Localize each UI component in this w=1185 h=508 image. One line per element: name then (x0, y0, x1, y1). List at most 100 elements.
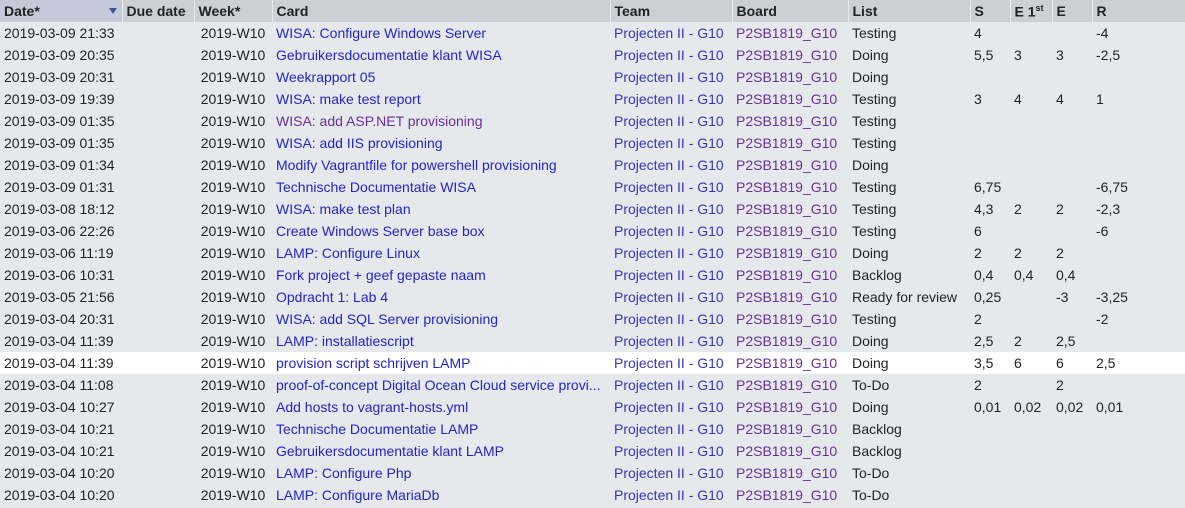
cell-team[interactable]: Projecten II - G10 (610, 22, 732, 44)
cell-team[interactable]: Projecten II - G10 (610, 132, 732, 154)
table-row[interactable]: 2019-03-09 01:31 2019-W10 Technische Docum… (0, 176, 1185, 198)
col-header-e[interactable]: E (1052, 0, 1093, 22)
cell-card[interactable]: Opdracht 1: Lab 4 (272, 286, 610, 308)
cell-board[interactable]: P2SB1819_G10 (732, 242, 848, 264)
col-header-list[interactable]: List (848, 0, 971, 22)
cell-card[interactable]: Modify Vagrantfile for powershell provis… (272, 154, 610, 176)
cell-team[interactable]: Projecten II - G10 (610, 176, 732, 198)
cell-card[interactable]: Fork project + geef gepaste naam (272, 264, 610, 286)
cell-card[interactable]: Gebruikersdocumentatie klant WISA (272, 44, 610, 66)
cell-team[interactable]: Projecten II - G10 (610, 264, 732, 286)
cell-card[interactable]: LAMP: installatiescript (272, 330, 610, 352)
cell-team[interactable]: Projecten II - G10 (610, 396, 732, 418)
cell-team[interactable]: Projecten II - G10 (610, 154, 732, 176)
table-row[interactable]: 2019-03-06 11:19 2019-W10 LAMP: Configure … (0, 242, 1185, 264)
cell-card[interactable]: WISA: add ASP.NET provisioning (272, 110, 610, 132)
cell-team[interactable]: Projecten II - G10 (610, 198, 732, 220)
table-row[interactable]: 2019-03-09 01:34 2019-W10 Modify Vagrantfi… (0, 154, 1185, 176)
cell-team[interactable]: Projecten II - G10 (610, 308, 732, 330)
cell-board[interactable]: P2SB1819_G10 (732, 264, 848, 286)
cell-card[interactable]: provision script schrijven LAMP (272, 352, 610, 374)
cell-board[interactable]: P2SB1819_G10 (732, 286, 848, 308)
cell-board[interactable]: P2SB1819_G10 (732, 132, 848, 154)
col-header-e1[interactable]: E 1st (1010, 0, 1053, 22)
cell-card[interactable]: WISA: make test plan (272, 198, 610, 220)
table-row[interactable]: 2019-03-06 10:31 2019-W10 Fork project + g… (0, 264, 1185, 286)
cell-team[interactable]: Projecten II - G10 (610, 242, 732, 264)
col-header-board[interactable]: Board (732, 0, 849, 22)
cell-card[interactable]: LAMP: Configure Php (272, 462, 610, 484)
cell-card[interactable]: LAMP: Configure Linux (272, 242, 610, 264)
cell-board[interactable]: P2SB1819_G10 (732, 440, 848, 462)
table-row[interactable]: 2019-03-04 10:20 2019-W10 LAMP: Configure … (0, 462, 1185, 484)
cell-team[interactable]: Projecten II - G10 (610, 286, 732, 308)
cell-card[interactable]: WISA: Configure Windows Server (272, 22, 610, 44)
cell-card[interactable]: WISA: add SQL Server provisioning (272, 308, 610, 330)
sort-desc-icon[interactable] (108, 8, 117, 14)
col-header-date[interactable]: Date* (0, 0, 123, 22)
cell-card[interactable]: Technische Documentatie LAMP (272, 418, 610, 440)
col-header-card[interactable]: Card (272, 0, 611, 22)
cell-card[interactable]: Gebruikersdocumentatie klant LAMP (272, 440, 610, 462)
col-header-week[interactable]: Week* (194, 0, 273, 22)
cell-team[interactable]: Projecten II - G10 (610, 110, 732, 132)
table-row[interactable]: 2019-03-04 10:20 2019-W10 LAMP: Configure … (0, 484, 1185, 506)
cell-board[interactable]: P2SB1819_G10 (732, 330, 848, 352)
cell-card[interactable]: Technische Documentatie WISA (272, 176, 610, 198)
cell-team[interactable]: Projecten II - G10 (610, 44, 732, 66)
cell-board[interactable]: P2SB1819_G10 (732, 198, 848, 220)
table-row[interactable]: 2019-03-09 19:39 2019-W10 WISA: make test … (0, 88, 1185, 110)
cell-card[interactable]: Add hosts to vagrant-hosts.yml (272, 396, 610, 418)
table-row[interactable]: 2019-03-09 20:35 2019-W10 Gebruikersdocume… (0, 44, 1185, 66)
table-row[interactable]: 2019-03-05 21:56 2019-W10 Opdracht 1: Lab … (0, 286, 1185, 308)
cell-card[interactable]: Weekrapport 05 (272, 66, 610, 88)
cell-board[interactable]: P2SB1819_G10 (732, 484, 848, 506)
cell-card[interactable]: Create Windows Server base box (272, 220, 610, 242)
cell-board[interactable]: P2SB1819_G10 (732, 154, 848, 176)
cell-board[interactable]: P2SB1819_G10 (732, 352, 848, 374)
table-row[interactable]: 2019-03-09 01:35 2019-W10 WISA: add ASP.NE… (0, 110, 1185, 132)
cell-board[interactable]: P2SB1819_G10 (732, 110, 848, 132)
cell-team[interactable]: Projecten II - G10 (610, 462, 732, 484)
cell-board[interactable]: P2SB1819_G10 (732, 66, 848, 88)
table-row[interactable]: 2019-03-04 11:39 2019-W10 provision script… (0, 352, 1185, 374)
cell-board[interactable]: P2SB1819_G10 (732, 308, 848, 330)
cell-team[interactable]: Projecten II - G10 (610, 66, 732, 88)
table-row[interactable]: 2019-03-09 21:33 2019-W10 WISA: Configure … (0, 22, 1185, 44)
table-row[interactable]: 2019-03-09 01:35 2019-W10 WISA: add IIS pr… (0, 132, 1185, 154)
table-row[interactable]: 2019-03-06 22:26 2019-W10 Create Windows S… (0, 220, 1185, 242)
table-row[interactable]: 2019-03-08 18:12 2019-W10 WISA: make test … (0, 198, 1185, 220)
cell-team[interactable]: Projecten II - G10 (610, 418, 732, 440)
col-header-due-date[interactable]: Due date (122, 0, 195, 22)
cell-team[interactable]: Projecten II - G10 (610, 88, 732, 110)
cell-team[interactable]: Projecten II - G10 (610, 330, 732, 352)
cell-board[interactable]: P2SB1819_G10 (732, 44, 848, 66)
cell-team[interactable]: Projecten II - G10 (610, 374, 732, 396)
cell-board[interactable]: P2SB1819_G10 (732, 462, 848, 484)
cell-card[interactable]: LAMP: Configure MariaDb (272, 484, 610, 506)
cell-team[interactable]: Projecten II - G10 (610, 352, 732, 374)
table-row[interactable]: 2019-03-04 11:08 2019-W10 proof-of-concept… (0, 374, 1185, 396)
cell-board[interactable]: P2SB1819_G10 (732, 22, 848, 44)
cell-team[interactable]: Projecten II - G10 (610, 220, 732, 242)
cell-card[interactable]: WISA: add IIS provisioning (272, 132, 610, 154)
table-row[interactable]: 2019-03-04 10:27 2019-W10 Add hosts to vag… (0, 396, 1185, 418)
cell-team[interactable]: Projecten II - G10 (610, 484, 732, 506)
table-row[interactable]: 2019-03-04 11:39 2019-W10 LAMP: installati… (0, 330, 1185, 352)
table-row[interactable]: 2019-03-09 20:31 2019-W10 Weekrapport 05 Pr… (0, 66, 1185, 88)
cell-team[interactable]: Projecten II - G10 (610, 440, 732, 462)
table-row[interactable]: 2019-03-04 10:21 2019-W10 Technische Docum… (0, 418, 1185, 440)
cell-board[interactable]: P2SB1819_G10 (732, 396, 848, 418)
cell-board[interactable]: P2SB1819_G10 (732, 418, 848, 440)
table-row[interactable]: 2019-03-04 10:21 2019-W10 Gebruikersdocume… (0, 440, 1185, 462)
col-header-team[interactable]: Team (610, 0, 733, 22)
table-row[interactable]: 2019-03-04 20:31 2019-W10 WISA: add SQL Se… (0, 308, 1185, 330)
cell-board[interactable]: P2SB1819_G10 (732, 176, 848, 198)
cell-board[interactable]: P2SB1819_G10 (732, 220, 848, 242)
cell-card[interactable]: proof-of-concept Digital Ocean Cloud ser… (272, 374, 610, 396)
col-header-r[interactable]: R (1092, 0, 1185, 22)
cell-card[interactable]: WISA: make test report (272, 88, 610, 110)
cell-board[interactable]: P2SB1819_G10 (732, 374, 848, 396)
col-header-s[interactable]: S (970, 0, 1011, 22)
cell-board[interactable]: P2SB1819_G10 (732, 88, 848, 110)
